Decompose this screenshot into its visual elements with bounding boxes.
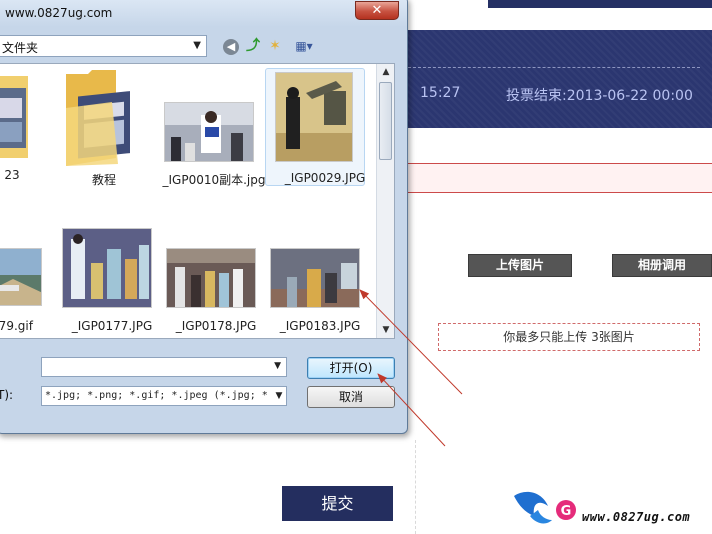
view-grid-icon: ▦▾ <box>295 39 313 53</box>
image-thumbnail <box>62 228 152 308</box>
column-divider <box>415 440 416 534</box>
file-name: _IGP0029.JPG <box>284 171 366 185</box>
dialog-titlebar[interactable]: www.0827ug.com ✕ <box>0 0 407 27</box>
filename-label: : <box>0 361 1 375</box>
header-strip <box>408 0 712 8</box>
scroll-up-icon[interactable]: ▲ <box>377 64 394 80</box>
image-thumbnail <box>0 248 42 306</box>
vote-end-time: 投票结束:2013-06-22 00:00 <box>506 88 693 104</box>
back-arrow-icon: ◀ <box>223 39 239 55</box>
file-list-scrollbar[interactable]: ▲ ▼ <box>376 64 394 338</box>
file-item[interactable]: _IGP0010副本.jpg <box>163 64 266 194</box>
close-button[interactable]: ✕ <box>355 1 399 20</box>
alert-bar <box>405 163 712 193</box>
address-row: 文件夹 ▼ ◀ ⤴ ✶ ▦▾ <box>0 35 407 59</box>
scrollbar-thumb[interactable] <box>379 82 392 160</box>
file-name: 教程 <box>91 173 116 187</box>
up-folder-icon: ⤴ <box>246 38 260 54</box>
new-folder-button[interactable]: ✶ <box>265 36 285 56</box>
folder-thumbnail <box>0 76 28 158</box>
file-item[interactable]: _IGP0183.JPG <box>270 224 370 334</box>
svg-text:G: G <box>561 504 572 519</box>
image-thumbnail <box>270 248 360 308</box>
close-icon: ✕ <box>371 3 383 18</box>
file-name: _IGP0010副本.jpg <box>162 173 266 187</box>
location-value: 文件夹 <box>2 41 39 55</box>
file-name: _IGP0183.JPG <box>279 319 361 333</box>
upload-limit-note: 你最多只能上传 3张图片 <box>438 323 700 351</box>
up-folder-button[interactable]: ⤴ <box>243 36 263 56</box>
banner-divider <box>408 67 700 68</box>
scroll-down-icon[interactable]: ▼ <box>377 322 394 338</box>
image-thumbnail <box>275 72 353 162</box>
back-button[interactable]: ◀ <box>221 36 241 56</box>
vote-banner: 15:27 投票结束:2013-06-22 00:00 <box>408 30 712 128</box>
site-logo-icon: G <box>514 491 576 524</box>
image-thumbnail <box>164 102 254 162</box>
file-list-panel[interactable]: 23 教程 _IGP0010副本.jpg _IGP0029.JPG 79.gif… <box>0 63 395 339</box>
filetype-value: *.jpg; *.png; *.gif; *.jpeg (*.jpg; * <box>45 390 268 401</box>
cancel-button[interactable]: 取消 <box>307 386 395 408</box>
file-item[interactable]: 教程 <box>64 64 164 194</box>
file-item[interactable]: _IGP0178.JPG <box>166 224 266 334</box>
new-folder-icon: ✶ <box>269 38 281 54</box>
open-button[interactable]: 打开(O) <box>307 357 395 379</box>
filetype-select[interactable]: *.jpg; *.png; *.gif; *.jpeg (*.jpg; * ▼ <box>41 386 287 406</box>
view-menu-button[interactable]: ▦▾ <box>289 36 319 56</box>
filetype-label: T): <box>0 388 14 402</box>
file-item[interactable]: _IGP0177.JPG <box>62 224 162 334</box>
chevron-down-icon: ▼ <box>193 40 201 51</box>
site-logo-text: www.0827ug.com <box>582 510 691 524</box>
filename-input[interactable]: ▼ <box>41 357 287 377</box>
chevron-down-icon[interactable]: ▼ <box>274 361 281 371</box>
file-name: _IGP0178.JPG <box>175 319 257 333</box>
dialog-title: www.0827ug.com <box>5 6 113 20</box>
open-file-dialog[interactable]: www.0827ug.com ✕ 文件夹 ▼ ◀ ⤴ ✶ ▦▾ 23 教程 _I… <box>0 0 408 434</box>
file-name: _IGP0177.JPG <box>71 319 153 333</box>
folder-icon <box>66 70 130 166</box>
submit-button[interactable]: 提交 <box>282 486 393 521</box>
location-dropdown[interactable]: 文件夹 ▼ <box>0 35 207 57</box>
upload-image-button[interactable]: 上传图片 <box>468 254 572 277</box>
image-thumbnail <box>166 248 256 308</box>
chevron-down-icon[interactable]: ▼ <box>272 387 286 405</box>
vote-start-time: 15:27 <box>420 85 461 101</box>
album-select-button[interactable]: 相册调用 <box>612 254 712 277</box>
file-item-selected[interactable]: _IGP0029.JPG <box>275 64 375 194</box>
